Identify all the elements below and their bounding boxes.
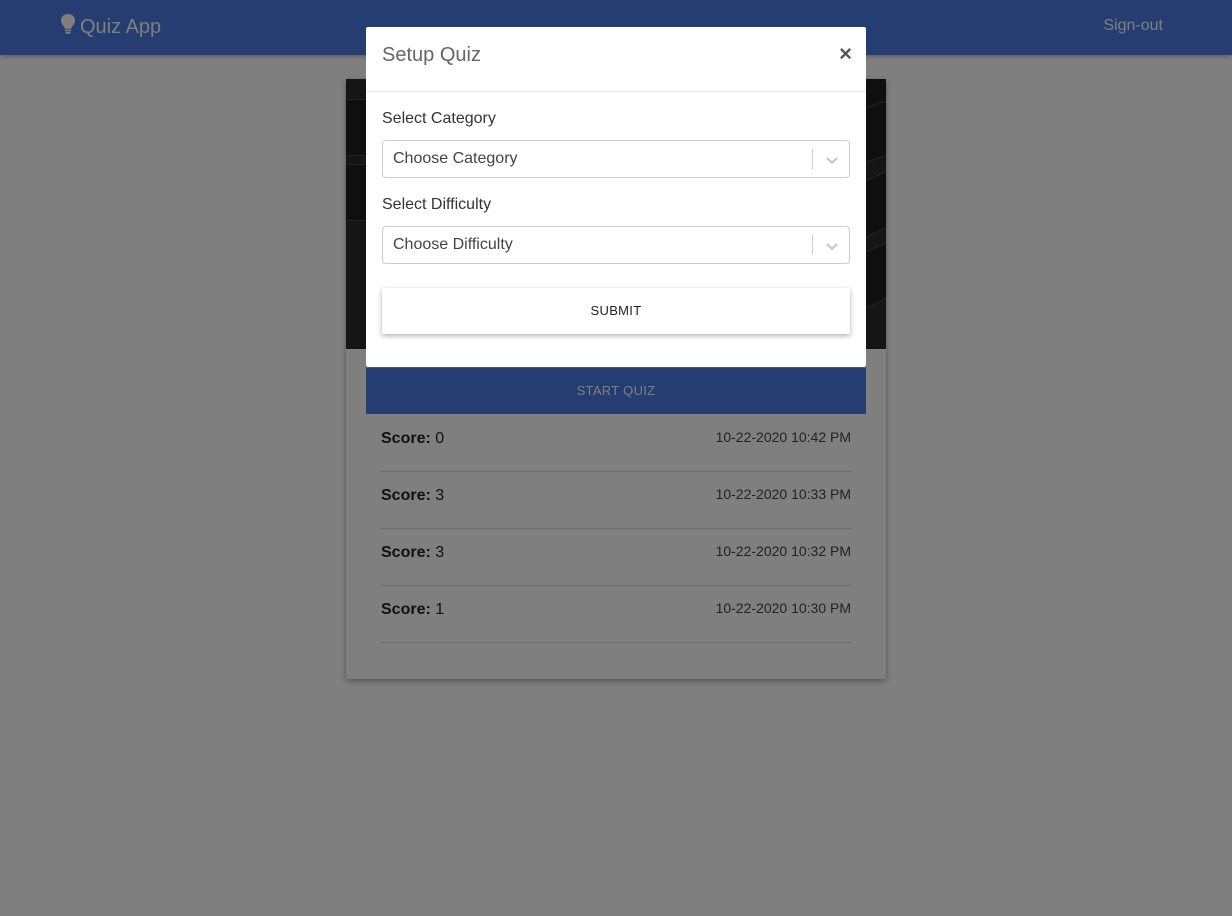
chevron-down-icon[interactable] bbox=[825, 239, 839, 257]
close-icon[interactable]: × bbox=[839, 43, 852, 65]
submit-button[interactable]: SUBMIT bbox=[382, 288, 850, 334]
chevron-down-icon[interactable] bbox=[825, 153, 839, 171]
difficulty-placeholder: Choose Difficulty bbox=[393, 236, 513, 253]
difficulty-select[interactable]: Choose Difficulty bbox=[382, 226, 850, 264]
modal-header: Setup Quiz × bbox=[366, 27, 866, 92]
select-separator bbox=[812, 149, 813, 169]
category-select[interactable]: Choose Category bbox=[382, 140, 850, 178]
setup-quiz-modal: Setup Quiz × Select Category Choose Cate… bbox=[366, 27, 866, 367]
category-label: Select Category bbox=[382, 110, 496, 127]
select-separator bbox=[812, 235, 813, 255]
modal-title: Setup Quiz bbox=[382, 44, 481, 66]
category-placeholder: Choose Category bbox=[393, 150, 518, 167]
difficulty-label: Select Difficulty bbox=[382, 196, 492, 213]
